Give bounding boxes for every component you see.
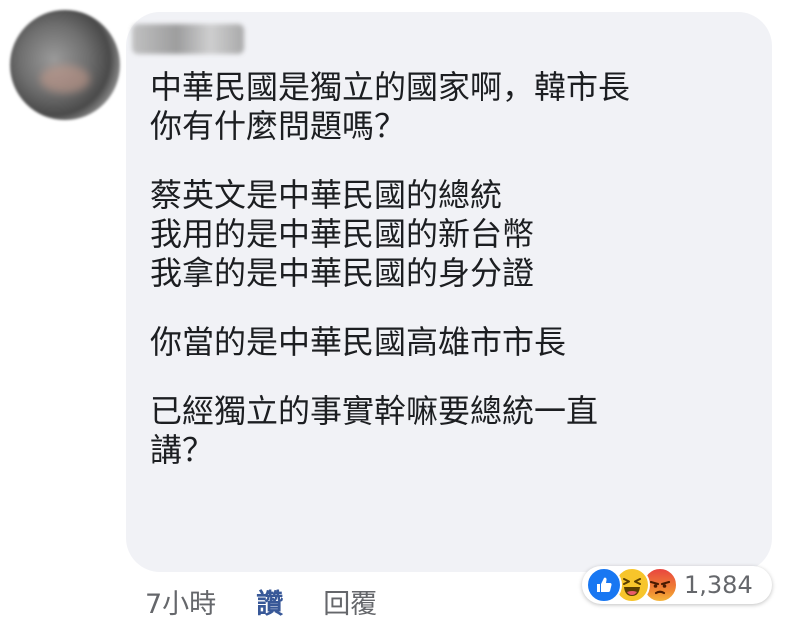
comment-line-break: [150, 146, 750, 176]
comment-line: 我拿的是中華民國的身分證: [150, 254, 535, 292]
reactions-summary[interactable]: 1,384: [582, 566, 772, 604]
comment-line: 你有什麼問題嗎？: [150, 107, 407, 145]
comment-line: 蔡英文是中華民國的總統: [150, 176, 503, 214]
comment-body: 中華民國是獨立的國家啊，韓市長 你有什麼問題嗎？ 蔡英文是中華民國的總統 我用的…: [150, 68, 750, 470]
avatar-blur: [40, 65, 90, 93]
comment-actions: 7小時 讚 回覆: [145, 582, 377, 621]
comment-screen: 中華民國是獨立的國家啊，韓市長 你有什麼問題嗎？ 蔡英文是中華民國的總統 我用的…: [0, 0, 800, 622]
timestamp[interactable]: 7小時: [145, 582, 216, 621]
author-name-blurred[interactable]: [132, 24, 244, 54]
reaction-count: 1,384: [684, 571, 753, 599]
comment-line: 中華民國是獨立的國家啊，韓市長: [150, 68, 631, 106]
comment-line: 講？: [150, 431, 215, 469]
avatar[interactable]: [10, 10, 120, 120]
comment-line-break: [150, 362, 750, 392]
like-button[interactable]: 讚: [256, 582, 283, 621]
comment-line-break: [150, 293, 750, 323]
comment-line: 已經獨立的事實幹嘛要總統一直: [150, 392, 599, 430]
like-icon: [586, 567, 622, 603]
comment-line: 我用的是中華民國的新台幣: [150, 215, 535, 253]
comment-line: 你當的是中華民國高雄市市長: [150, 323, 567, 361]
reply-button[interactable]: 回覆: [323, 582, 377, 621]
